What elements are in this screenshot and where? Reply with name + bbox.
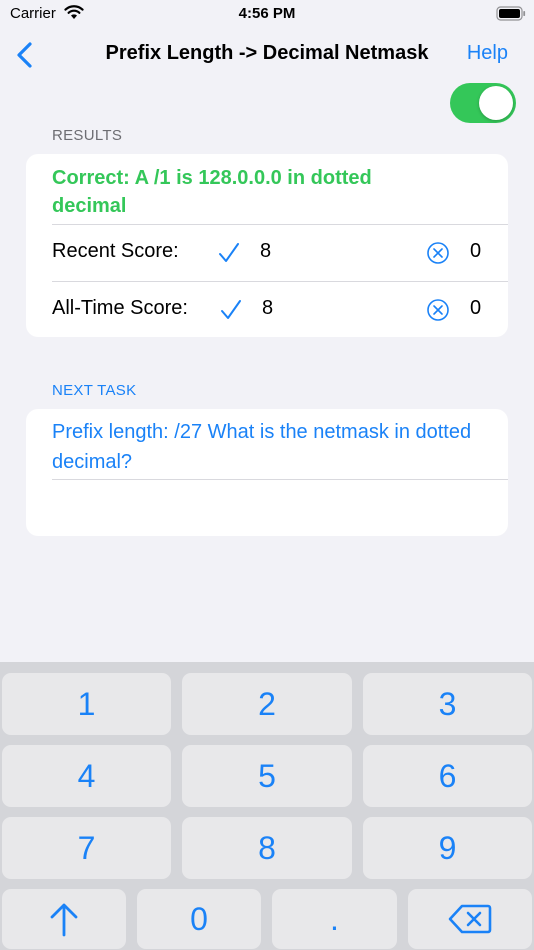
- recent-score-label: Recent Score:: [52, 240, 179, 262]
- key-label: 2: [258, 686, 276, 722]
- key-1[interactable]: 1: [2, 673, 171, 735]
- key-9[interactable]: 9: [363, 817, 532, 879]
- x-circle-icon: [427, 299, 449, 321]
- arrow-up-icon: [50, 903, 78, 937]
- next-task-card: Prefix length: /27 What is the netmask i…: [26, 409, 508, 536]
- next-task-header: NEXT TASK: [52, 382, 137, 399]
- key-0[interactable]: 0: [137, 889, 261, 949]
- key-dot[interactable]: .: [272, 889, 397, 949]
- alltime-correct-count: 8: [262, 297, 274, 319]
- key-2[interactable]: 2: [182, 673, 352, 735]
- recent-score-row: Recent Score: 8 0: [26, 225, 508, 281]
- help-button[interactable]: Help: [467, 42, 508, 65]
- key-label: 8: [258, 830, 276, 866]
- delete-backward-icon: [448, 904, 492, 934]
- key-8[interactable]: 8: [182, 817, 352, 879]
- status-time: 4:56 PM: [238, 5, 296, 22]
- number-keypad: 1 2 3 4 5 6 7 8 9 0 .: [0, 662, 534, 950]
- key-label: 4: [77, 758, 96, 794]
- results-header: RESULTS: [52, 127, 123, 144]
- checkmark-icon: [221, 300, 241, 319]
- page-title: Prefix Length -> Decimal Netmask: [105, 42, 429, 64]
- key-label: 3: [438, 686, 457, 722]
- recent-wrong-count: 0: [470, 240, 482, 262]
- key-label: 7: [77, 830, 96, 866]
- battery-icon: [496, 6, 526, 21]
- key-label: 1: [77, 686, 96, 722]
- key-6[interactable]: 6: [363, 745, 532, 807]
- divider: [52, 479, 508, 480]
- key-4[interactable]: 4: [2, 745, 171, 807]
- key-7[interactable]: 7: [2, 817, 171, 879]
- alltime-score-row: All-Time Score: 8 0: [26, 282, 508, 338]
- alltime-wrong-count: 0: [470, 297, 482, 319]
- result-message: Correct: A /1 is 128.0.0.0 in dotted dec…: [52, 167, 372, 217]
- key-label: 9: [438, 830, 457, 866]
- alltime-score-label: All-Time Score:: [52, 297, 188, 319]
- back-chevron-icon[interactable]: [14, 40, 38, 70]
- task-question: Prefix length: /27 What is the netmask i…: [52, 421, 472, 473]
- delete-key[interactable]: [408, 889, 532, 949]
- answer-field[interactable]: [52, 489, 492, 525]
- results-card: Correct: A /1 is 128.0.0.0 in dotted dec…: [26, 154, 508, 337]
- recent-correct-count: 8: [260, 240, 272, 262]
- key-label: 0: [190, 901, 208, 937]
- screen: Carrier 4:56 PM Prefix Length -> Decimal…: [0, 0, 534, 950]
- shift-key[interactable]: [2, 889, 126, 949]
- key-label: .: [330, 901, 339, 937]
- key-label: 6: [438, 758, 457, 794]
- checkmark-icon: [219, 243, 239, 262]
- key-3[interactable]: 3: [363, 673, 532, 735]
- status-bar: Carrier 4:56 PM: [0, 0, 534, 30]
- key-label: 5: [258, 758, 276, 794]
- toggle-knob: [479, 86, 513, 120]
- x-circle-icon: [427, 242, 449, 264]
- key-5[interactable]: 5: [182, 745, 352, 807]
- mode-toggle[interactable]: [450, 83, 516, 123]
